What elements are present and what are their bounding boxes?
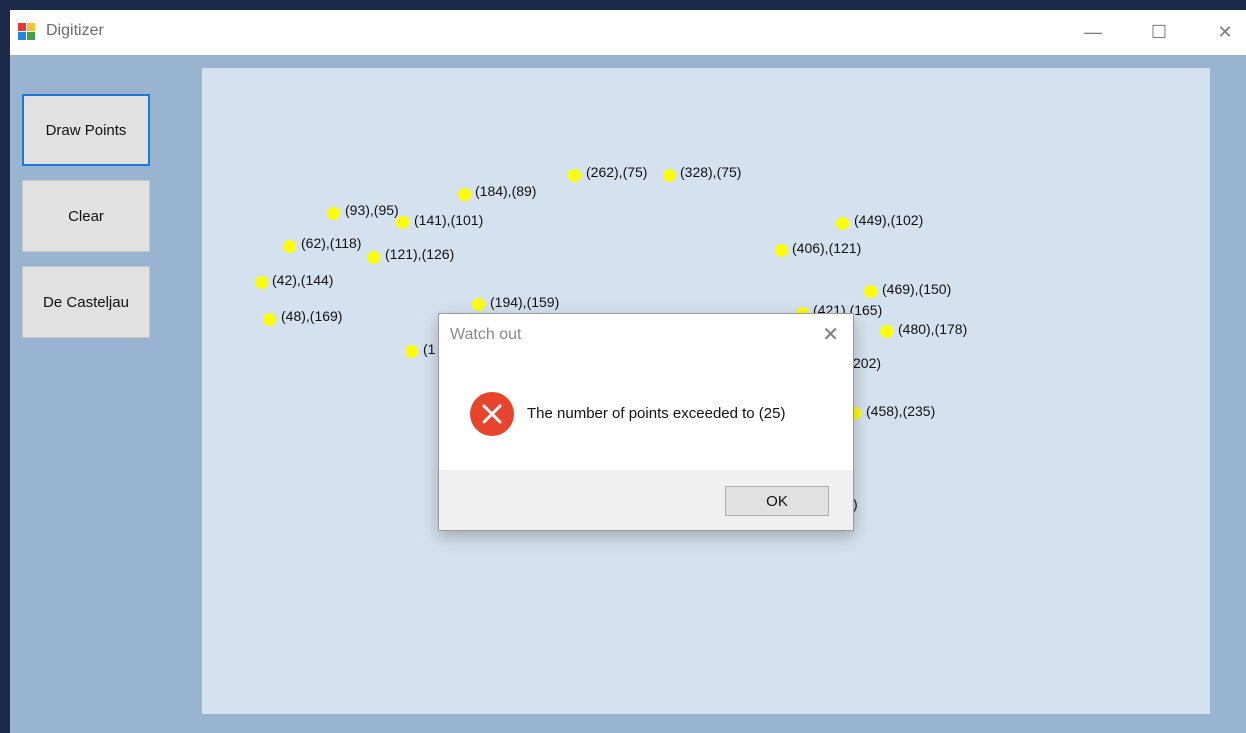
point-marker	[880, 325, 893, 338]
point-label: (480),(178)	[898, 321, 968, 337]
point-label: (194),(159)	[490, 294, 560, 310]
point-label: (48),(169)	[281, 308, 343, 324]
app-window: Digitizer — ☐ ✕ Draw Points Clear De Cas…	[10, 10, 1246, 733]
warning-dialog: Watch out ✕ The number of points exceede…	[438, 313, 854, 531]
close-icon: ✕	[1217, 22, 1233, 42]
app-icon	[18, 23, 36, 41]
dialog-close-button[interactable]: ✕	[822, 322, 839, 347]
point-label: (141),(101)	[414, 212, 484, 228]
point-label: (262),(75)	[586, 164, 648, 180]
point-marker	[396, 216, 409, 229]
point-marker	[367, 251, 380, 264]
clear-button[interactable]: Clear	[22, 180, 150, 252]
point-label: (1	[423, 341, 436, 357]
window-title: Digitizer	[46, 22, 104, 39]
maximize-button[interactable]: ☐	[1126, 10, 1192, 55]
close-button[interactable]: ✕	[1192, 10, 1246, 55]
error-icon	[470, 392, 514, 436]
point-label: (93),(95)	[345, 202, 399, 218]
point-label: (458),(235)	[866, 403, 936, 419]
point-marker	[283, 240, 296, 253]
de-casteljau-button[interactable]: De Casteljau	[22, 266, 150, 338]
point-label: (62),(118)	[301, 235, 362, 251]
title-bar: Digitizer — ☐ ✕	[10, 10, 1246, 55]
dialog-message: The number of points exceeded to (25)	[527, 405, 786, 422]
minimize-button[interactable]: —	[1060, 10, 1126, 55]
point-marker	[327, 207, 340, 220]
point-marker	[263, 313, 276, 326]
dialog-title: Watch out	[450, 326, 522, 343]
point-marker	[663, 169, 676, 182]
point-label: (328),(75)	[680, 164, 742, 180]
point-marker	[836, 217, 849, 230]
point-label: 202)	[853, 355, 882, 371]
point-marker	[864, 285, 877, 298]
minimize-icon: —	[1084, 22, 1102, 42]
draw-points-button[interactable]: Draw Points	[22, 94, 150, 166]
ok-button[interactable]: OK	[725, 486, 829, 516]
dialog-footer: OK	[439, 470, 853, 530]
point-label: (406),(121)	[792, 240, 862, 256]
point-marker	[568, 169, 581, 182]
point-marker	[458, 188, 471, 201]
point-label: (449),(102)	[854, 212, 924, 228]
maximize-icon: ☐	[1150, 22, 1168, 42]
point-marker	[472, 298, 485, 311]
point-label: (121),(126)	[385, 246, 455, 262]
point-label: (42),(144)	[272, 272, 334, 288]
point-marker	[405, 345, 418, 358]
point-marker	[775, 244, 788, 257]
point-marker	[255, 276, 268, 289]
point-label: (184),(89)	[475, 183, 537, 199]
point-label: (469),(150)	[882, 281, 952, 297]
